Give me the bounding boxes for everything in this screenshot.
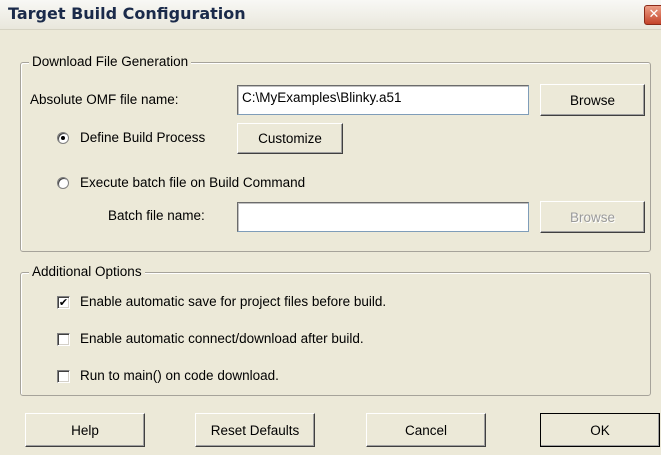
auto-save-label[interactable]: Enable automatic save for project files …	[80, 293, 386, 311]
define-build-radio[interactable]	[57, 132, 69, 144]
title-bar[interactable]: Target Build Configuration ✕	[0, 0, 661, 30]
batch-file-name-label: Batch file name:	[108, 208, 205, 223]
download-group-legend: Download File Generation	[29, 54, 192, 70]
execute-batch-radio[interactable]	[57, 177, 69, 189]
execute-batch-label[interactable]: Execute batch file on Build Command	[80, 174, 305, 192]
auto-connect-checkbox[interactable]	[57, 333, 70, 346]
customize-button[interactable]: Customize	[237, 123, 343, 154]
run-to-main-label[interactable]: Run to main() on code download.	[80, 367, 279, 385]
auto-connect-label[interactable]: Enable automatic connect/download after …	[80, 330, 364, 348]
omf-file-name-input[interactable]: C:\MyExamples\Blinky.a51	[237, 85, 529, 115]
batch-file-name-input[interactable]	[237, 202, 529, 232]
omf-file-name-label: Absolute OMF file name:	[30, 92, 179, 107]
define-build-label[interactable]: Define Build Process	[80, 129, 205, 147]
window-title: Target Build Configuration	[8, 4, 246, 23]
auto-save-checkbox[interactable]: ✔	[57, 296, 70, 309]
batch-browse-button[interactable]: Browse	[540, 201, 645, 233]
options-group-legend: Additional Options	[29, 264, 145, 280]
close-icon[interactable]: ✕	[644, 5, 661, 25]
help-button[interactable]: Help	[25, 413, 145, 447]
omf-browse-button[interactable]: Browse	[540, 84, 645, 116]
cancel-button[interactable]: Cancel	[366, 413, 486, 447]
run-to-main-checkbox[interactable]	[57, 370, 70, 383]
ok-button[interactable]: OK	[540, 413, 660, 447]
reset-defaults-button[interactable]: Reset Defaults	[195, 413, 315, 447]
radio-selected-dot	[61, 136, 65, 140]
